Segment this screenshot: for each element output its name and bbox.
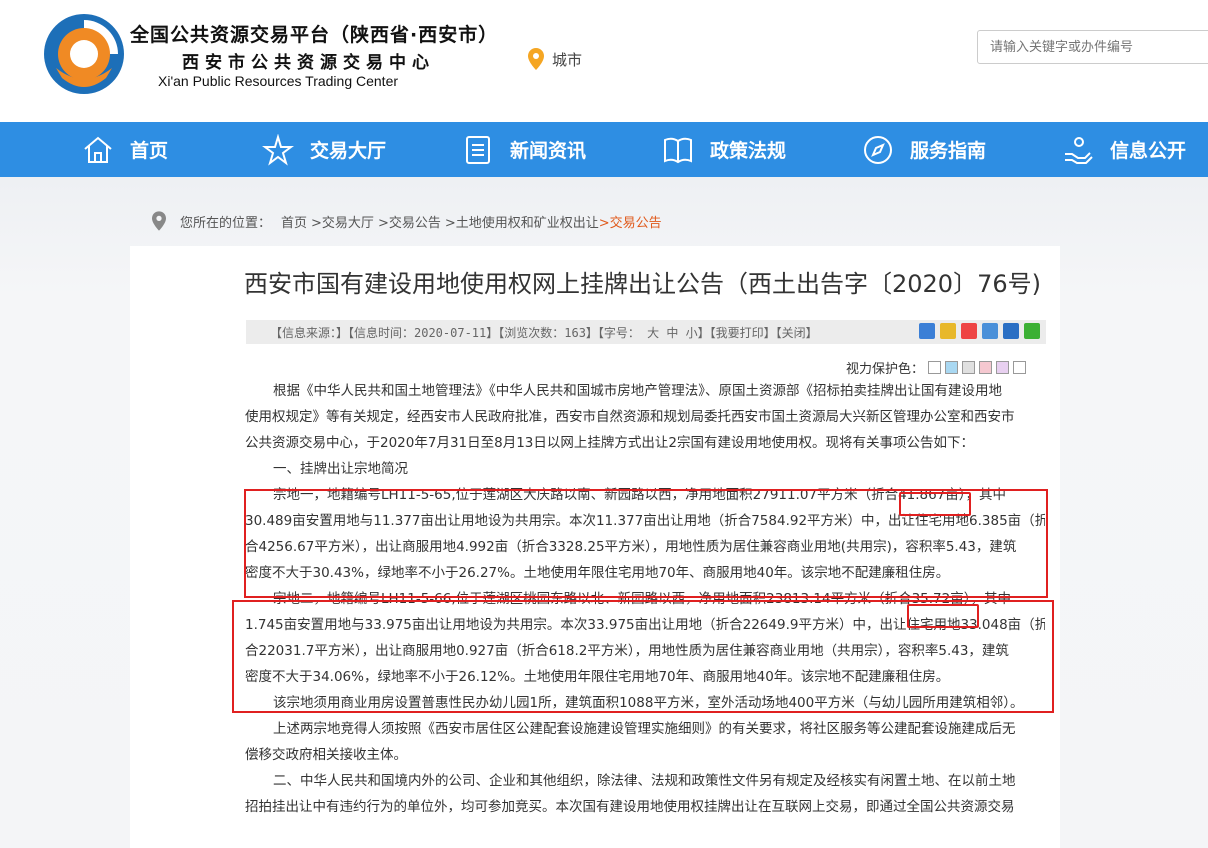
article-body: 根据《中华人民共和国土地管理法》《中华人民共和国城市房地产管理法》、原国土资源部…: [245, 378, 1045, 820]
article-title: 西安市国有建设用地使用权网上挂牌出让公告（西土出告字〔2020〕76号): [244, 270, 1041, 298]
nav-item-home[interactable]: 首页: [82, 122, 168, 177]
breadcrumb-home[interactable]: 首页: [281, 212, 307, 231]
city-selector[interactable]: 城市: [528, 48, 582, 70]
eye-color-pink[interactable]: [979, 361, 993, 374]
article-info[interactable]: 【信息来源：】【信息时间：2020-07-11】【浏览次数：163】【字号： 大…: [270, 324, 818, 341]
nav-label: 交易大厅: [310, 140, 387, 162]
location-pin-icon: [152, 211, 166, 231]
breadcrumb-land-rights[interactable]: >土地使用权和矿业权出让: [445, 212, 599, 231]
body-line: 上述两宗地竞得人须按照《西安市居住区公建配套设施建设管理实施细则》的有关要求，将…: [273, 721, 1016, 737]
star-icon: [262, 133, 294, 166]
eye-color-white[interactable]: [928, 361, 942, 374]
highlight-area-one: [899, 492, 971, 516]
body-line: 偿移交政府相关接收主体。: [245, 747, 407, 763]
compass-icon: [864, 135, 892, 164]
body-line: 招拍挂出让中有违约行为的单位外，均可参加竞买。本次国有建设用地使用权挂牌出让在互…: [245, 799, 1015, 815]
share-weibo-icon[interactable]: [961, 323, 977, 339]
site-subtitle: 西安市公共资源交易中心: [182, 53, 435, 73]
nav-label: 新闻资讯: [510, 140, 587, 162]
share-tencent-icon[interactable]: [982, 323, 998, 339]
body-line: 公共资源交易中心，于2020年7月31日至8月13日以网上挂牌方式出让2宗国有建…: [245, 435, 974, 451]
book-icon: [664, 137, 692, 163]
breadcrumb: 您所在的位置： 首页 >交易大厅 >交易公告 >土地使用权和矿业权出让 >交易公…: [152, 211, 662, 231]
main-nav: 首页 交易大厅 新闻资讯 政策法规 服务指南 信息公开: [0, 122, 1208, 177]
logo-icon[interactable]: [42, 12, 126, 96]
highlight-area-two: [907, 604, 979, 628]
article-info-bar: 【信息来源：】【信息时间：2020-07-11】【浏览次数：163】【字号： 大…: [246, 320, 1046, 344]
breadcrumb-announcements[interactable]: >交易公告: [378, 212, 441, 231]
nav-item-policy[interactable]: 政策法规: [662, 122, 786, 177]
city-label: 城市: [552, 50, 583, 69]
nav-item-news[interactable]: 新闻资讯: [462, 122, 586, 177]
share-icons: [914, 323, 1040, 339]
search-input[interactable]: [977, 30, 1208, 64]
breadcrumb-current[interactable]: >交易公告: [599, 212, 662, 231]
document-icon: [466, 135, 490, 164]
breadcrumb-trading-hall[interactable]: >交易大厅: [311, 212, 374, 231]
share-plus-icon[interactable]: [919, 323, 935, 339]
nav-label: 首页: [130, 140, 169, 162]
breadcrumb-prefix: 您所在的位置：: [180, 215, 272, 231]
eye-color-white-2[interactable]: [1013, 361, 1027, 374]
eye-color-blue[interactable]: [945, 361, 959, 374]
eye-protection-label: 视力保护色：: [846, 362, 925, 377]
home-icon: [84, 136, 112, 163]
site-title: 全国公共资源交易平台（陕西省·西安市）: [130, 24, 499, 46]
body-line: 一、挂牌出让宗地简况: [273, 461, 408, 477]
share-qzone-icon[interactable]: [940, 323, 956, 339]
eye-color-gray[interactable]: [962, 361, 976, 374]
nav-item-guide[interactable]: 服务指南: [862, 122, 986, 177]
body-line: 根据《中华人民共和国土地管理法》《中华人民共和国城市房地产管理法》、原国土资源部…: [273, 383, 1002, 399]
body-line: 二、中华人民共和国境内外的公司、企业和其他组织，除法律、法规和政策性文件另有规定…: [273, 773, 1016, 789]
eye-protection: 视力保护色：: [846, 358, 1027, 377]
hand-icon: [1065, 136, 1093, 164]
body-line: 使用权规定》等有关规定，经西安市人民政府批准，西安市自然资源和规划局委托西安市国…: [245, 409, 1015, 425]
site-header: 全国公共资源交易平台（陕西省·西安市） 西安市公共资源交易中心 Xi'an Pu…: [0, 0, 1208, 122]
location-pin-icon: [528, 48, 544, 70]
share-renren-icon[interactable]: [1003, 323, 1019, 339]
nav-label: 信息公开: [1110, 140, 1187, 162]
nav-label: 政策法规: [710, 140, 787, 162]
nav-label: 服务指南: [910, 140, 987, 162]
eye-color-purple[interactable]: [996, 361, 1010, 374]
share-wechat-icon[interactable]: [1024, 323, 1040, 339]
nav-item-trading-hall[interactable]: 交易大厅: [262, 122, 386, 177]
nav-item-disclosure[interactable]: 信息公开: [1062, 122, 1186, 177]
site-title-en: Xi'an Public Resources Trading Center: [158, 73, 399, 89]
